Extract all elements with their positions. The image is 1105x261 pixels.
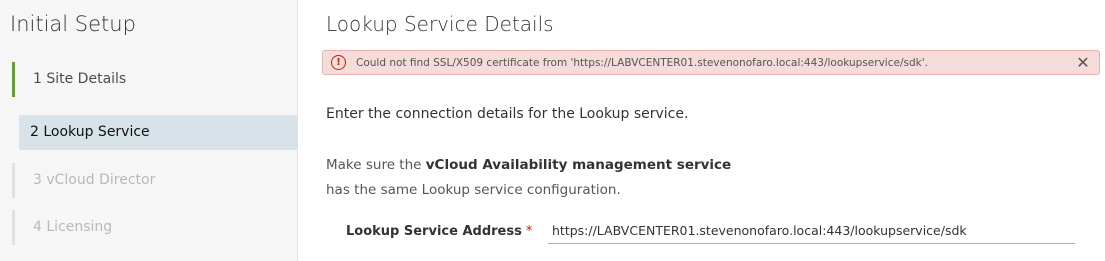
note-prefix: Make sure the	[326, 157, 426, 173]
lookup-address-label: Lookup Service Address *	[346, 224, 532, 239]
wizard-sidebar: Initial Setup 1 Site Details 2 Lookup Se…	[0, 0, 298, 261]
close-icon[interactable]: ✕	[1073, 53, 1093, 73]
sidebar-title: Initial Setup	[10, 12, 136, 36]
main-content: Lookup Service Details ! Could not find …	[298, 0, 1105, 261]
step-site-details[interactable]: 1 Site Details	[12, 62, 297, 97]
intro-text: Enter the connection details for the Loo…	[326, 106, 689, 122]
note-text: Make sure the vCloud Availability manage…	[326, 153, 731, 203]
step-vcloud-director: 3 vCloud Director	[12, 163, 297, 198]
page-title: Lookup Service Details	[326, 12, 554, 36]
step-lookup-service[interactable]: 2 Lookup Service	[19, 115, 297, 150]
error-circle-icon: !	[331, 55, 346, 70]
note-line2: has the same Lookup service configuratio…	[326, 182, 621, 198]
lookup-address-label-text: Lookup Service Address	[346, 224, 522, 239]
step-licensing: 4 Licensing	[12, 210, 297, 245]
note-bold: vCloud Availability management service	[425, 157, 732, 173]
lookup-address-input[interactable]	[548, 218, 1075, 244]
required-mark: *	[525, 224, 533, 239]
error-alert: ! Could not find SSL/X509 certificate fr…	[322, 50, 1100, 75]
alert-message: Could not find SSL/X509 certificate from…	[356, 56, 928, 69]
